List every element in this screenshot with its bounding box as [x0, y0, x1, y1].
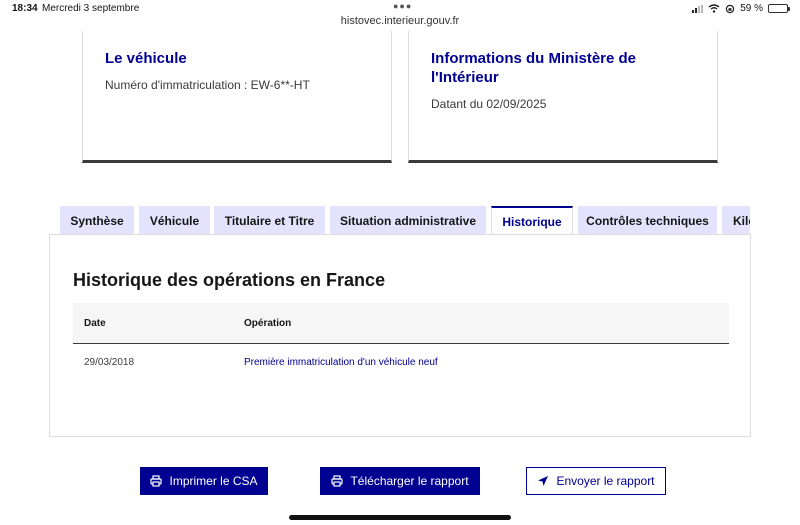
- printer-icon: [331, 475, 344, 487]
- cellular-signal-icon: [692, 4, 704, 13]
- table-header: Date Opération: [73, 303, 729, 344]
- orientation-lock-icon: [726, 4, 735, 13]
- tab-situation-administrative[interactable]: Situation administrative: [330, 206, 486, 235]
- tab-synthese[interactable]: Synthèse: [60, 206, 134, 235]
- tab-kilometrage[interactable]: Kilométrage: [722, 206, 750, 235]
- printer-icon: [150, 475, 163, 487]
- address-bar-url[interactable]: histovec.interieur.gouv.fr: [0, 15, 800, 27]
- ministry-info-card: Informations du Ministère de l'Intérieur…: [408, 31, 718, 163]
- home-indicator[interactable]: [289, 515, 511, 520]
- send-arrow-icon: [538, 476, 549, 486]
- status-indicators: 59 %: [692, 3, 790, 14]
- vehicle-card-title: Le véhicule: [105, 50, 187, 67]
- more-dots-icon[interactable]: ●●●: [393, 1, 412, 11]
- registration-number: Numéro d'immatriculation : EW-6**-HT: [105, 78, 310, 92]
- vehicle-card: Le véhicule Numéro d'immatriculation : E…: [82, 31, 392, 163]
- print-csa-label: Imprimer le CSA: [169, 474, 258, 488]
- status-date: Mercredi 3 septembre: [42, 3, 140, 14]
- wifi-icon: [708, 4, 720, 13]
- status-time: 18:34: [12, 3, 38, 14]
- report-tabs: Synthèse Véhicule Titulaire et Titre Sit…: [60, 206, 750, 235]
- column-header-date: Date: [84, 318, 106, 329]
- battery-icon: [768, 4, 790, 13]
- send-report-button[interactable]: Envoyer le rapport: [526, 467, 666, 495]
- print-csa-button[interactable]: Imprimer le CSA: [140, 467, 268, 495]
- history-title: Historique des opérations en France: [73, 270, 386, 290]
- tab-titulaire[interactable]: Titulaire et Titre: [214, 206, 325, 235]
- data-date: Datant du 02/09/2025: [431, 97, 547, 111]
- history-panel: Historique des opérations en France Date…: [49, 234, 751, 437]
- tab-controles-techniques[interactable]: Contrôles techniques: [578, 206, 717, 235]
- tab-historique[interactable]: Historique: [491, 206, 573, 235]
- tab-vehicule[interactable]: Véhicule: [139, 206, 210, 235]
- download-report-button[interactable]: Télécharger le rapport: [320, 467, 480, 495]
- ministry-card-title: Informations du Ministère de l'Intérieur: [431, 50, 637, 86]
- row-operation: Première immatriculation d'un véhicule n…: [244, 357, 438, 368]
- battery-percent: 59 %: [740, 3, 763, 14]
- row-date: 29/03/2018: [84, 357, 135, 368]
- send-report-label: Envoyer le rapport: [556, 474, 655, 488]
- column-header-operation: Opération: [244, 318, 292, 329]
- download-report-label: Télécharger le rapport: [350, 474, 469, 488]
- status-bar: 18:34 Mercredi 3 septembre ●●● histovec.…: [0, 0, 800, 32]
